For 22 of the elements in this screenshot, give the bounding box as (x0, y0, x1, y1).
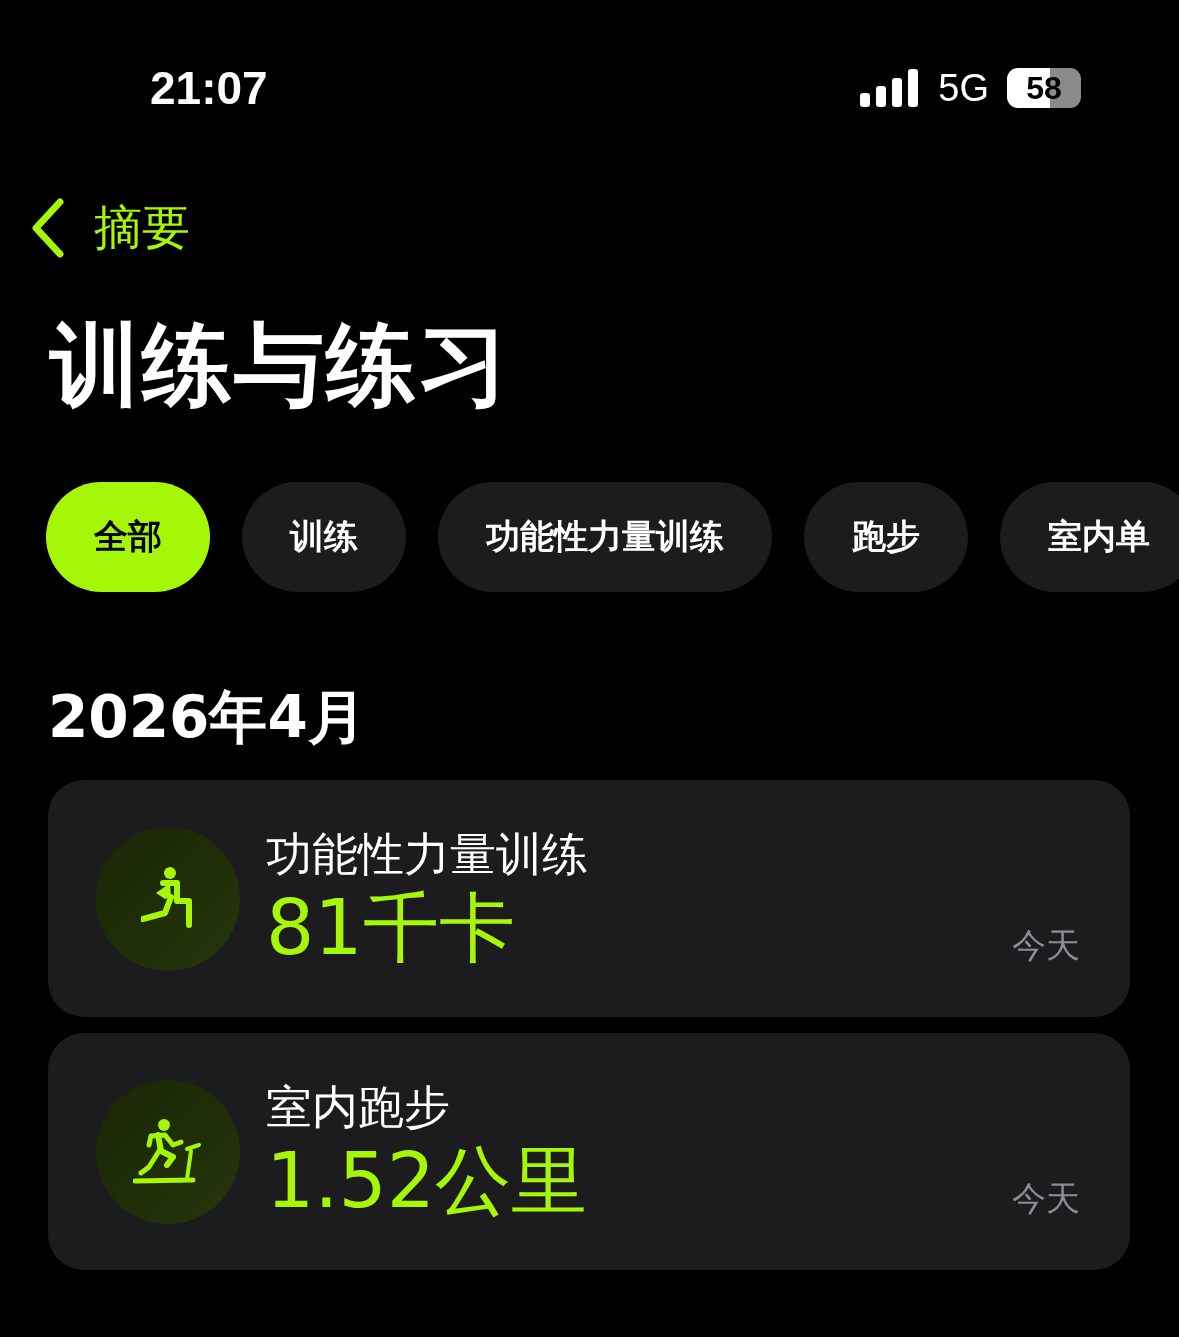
filter-chip[interactable]: 训练 (242, 482, 406, 592)
filter-chip[interactable]: 室内单 (1000, 482, 1179, 592)
workout-card[interactable]: 功能性力量训练 81千卡 今天 (48, 780, 1130, 1017)
filter-chip[interactable]: 功能性力量训练 (438, 482, 772, 592)
page-title: 训练与练习 (50, 320, 511, 410)
workout-card[interactable]: 室内跑步 1.52公里 今天 (48, 1033, 1130, 1270)
workout-name: 室内跑步 (266, 1080, 451, 1136)
workout-name: 功能性力量训练 (266, 827, 588, 883)
filter-chip[interactable]: 跑步 (804, 482, 968, 592)
workout-value: 81千卡 (266, 886, 516, 970)
filter-chip[interactable]: 全部 (46, 482, 210, 592)
workout-value: 1.52公里 (266, 1139, 588, 1223)
treadmill-runner-icon (133, 1118, 203, 1185)
status-time: 21:07 (150, 61, 268, 115)
battery-icon: 58 (1007, 68, 1081, 108)
workout-date: 今天 (1012, 924, 1080, 967)
lunge-figure-icon (141, 866, 195, 931)
section-header: 2026年4月 (48, 688, 367, 746)
signal-icon (860, 69, 921, 107)
network-label: 5G (938, 66, 989, 110)
workout-date: 今天 (1012, 1177, 1080, 1220)
back-button[interactable]: 摘要 (28, 196, 190, 260)
